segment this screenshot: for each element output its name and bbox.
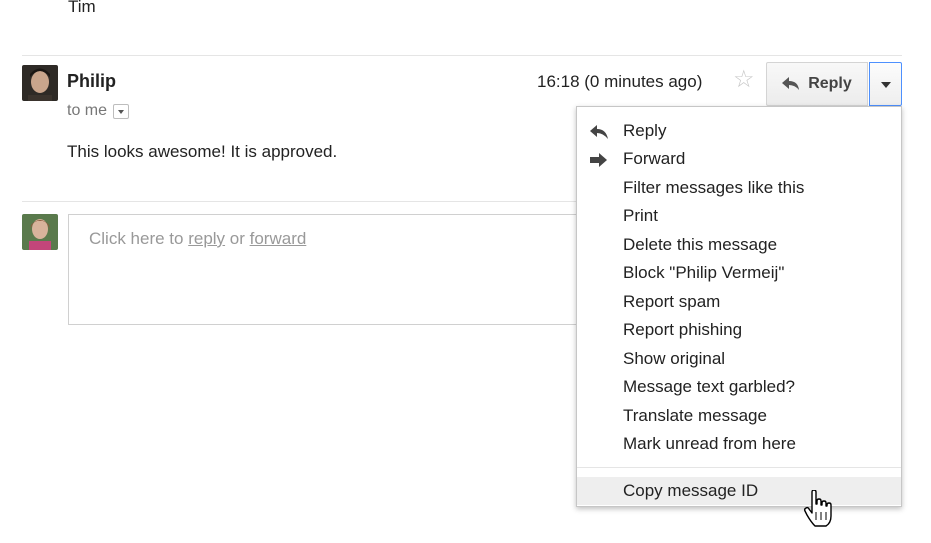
message-timestamp: 16:18 (0 minutes ago) <box>537 72 703 91</box>
compose-prompt-middle: or <box>225 229 250 248</box>
menu-item-reply[interactable]: Reply <box>577 117 901 145</box>
menu-item-show-original[interactable]: Show original <box>577 345 901 373</box>
previous-message-signature: Tim <box>68 0 96 16</box>
reply-button[interactable]: Reply <box>766 62 868 106</box>
reply-button-label: Reply <box>808 75 852 92</box>
menu-item-forward[interactable]: Forward <box>577 145 901 173</box>
menu-item-label: Copy message ID <box>623 481 759 500</box>
menu-separator <box>577 467 901 468</box>
menu-item-label: Delete this message <box>623 235 778 254</box>
hand-pointer-cursor-icon <box>803 489 833 535</box>
user-avatar <box>22 214 58 250</box>
menu-item-mark-unread[interactable]: Mark unread from here <box>577 430 901 458</box>
menu-item-label: Forward <box>623 149 686 168</box>
menu-item-label: Mark unread from here <box>623 434 796 453</box>
star-icon[interactable]: ☆ <box>733 68 755 92</box>
menu-item-block-sender[interactable]: Block "Philip Vermeij" <box>577 259 901 287</box>
message-body: This looks awesome! It is approved. <box>67 142 338 161</box>
menu-item-text-garbled[interactable]: Message text garbled? <box>577 373 901 401</box>
compose-forward-link[interactable]: forward <box>250 229 307 248</box>
menu-item-report-spam[interactable]: Report spam <box>577 288 901 316</box>
menu-item-label: Block "Philip Vermeij" <box>623 263 785 282</box>
menu-item-label: Report phishing <box>623 320 743 339</box>
forward-arrow-icon <box>590 153 607 167</box>
menu-item-label: Filter messages like this <box>623 178 805 197</box>
menu-item-label: Message text garbled? <box>623 377 795 396</box>
reply-arrow-icon <box>590 125 608 139</box>
menu-item-label: Reply <box>623 121 667 140</box>
recipient-label: to me <box>67 102 108 119</box>
more-actions-button[interactable] <box>869 62 902 106</box>
menu-item-filter-messages[interactable]: Filter messages like this <box>577 174 901 202</box>
menu-item-copy-message-id[interactable]: Copy message ID <box>577 477 901 505</box>
sender-avatar[interactable] <box>22 65 58 101</box>
reply-arrow-icon <box>782 77 800 90</box>
menu-item-print[interactable]: Print <box>577 202 901 230</box>
menu-item-report-phishing[interactable]: Report phishing <box>577 316 901 344</box>
message-actions-menu: Reply Forward Filter messages like this … <box>576 106 902 507</box>
compose-reply-link[interactable]: reply <box>188 229 225 248</box>
message-divider <box>22 55 902 56</box>
menu-item-translate[interactable]: Translate message <box>577 402 901 430</box>
menu-item-delete-message[interactable]: Delete this message <box>577 231 901 259</box>
recipient-line: to me <box>67 102 130 120</box>
compose-prompt-prefix: Click here to <box>89 229 189 248</box>
menu-item-label: Show original <box>623 349 726 368</box>
compose-reply-box[interactable]: Click here to reply or forward <box>68 214 618 325</box>
menu-item-label: Report spam <box>623 292 721 311</box>
menu-item-label: Print <box>623 206 658 225</box>
menu-item-label: Translate message <box>623 406 767 425</box>
compose-divider <box>22 201 618 202</box>
sender-name[interactable]: Philip <box>67 71 116 92</box>
show-details-dropdown-icon[interactable] <box>113 103 130 119</box>
